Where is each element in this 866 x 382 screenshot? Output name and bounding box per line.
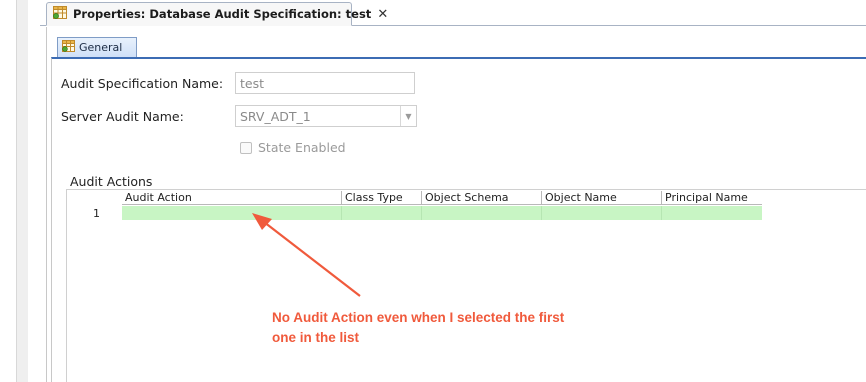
state-enabled-label: State Enabled [258,140,346,155]
tab-title: Properties: Database Audit Specification… [73,7,372,21]
audit-spec-name-field[interactable]: test [235,72,415,94]
column-header-audit-action[interactable]: Audit Action [122,191,342,205]
table-icon [53,6,67,22]
row-number: 1 [93,207,100,220]
audit-spec-name-label: Audit Specification Name: [61,76,224,91]
annotation-line-1: No Audit Action even when I selected the… [272,310,565,325]
tab-strip: Properties: Database Audit Specification… [40,0,866,26]
audit-spec-name-value: test [240,76,265,91]
server-audit-name-label: Server Audit Name: [61,109,184,124]
server-audit-name-select[interactable]: SRV_ADT_1 ▼ [235,105,417,127]
state-enabled-checkbox[interactable] [240,141,252,154]
chevron-down-icon[interactable]: ▼ [400,106,416,126]
state-enabled-checkbox-row[interactable]: State Enabled [240,140,346,155]
close-icon[interactable]: ✕ [377,7,388,22]
audit-actions-grid: Audit Action Class Type Object Schema Ob… [72,191,762,223]
audit-actions-label: Audit Actions [70,174,153,189]
column-header-class-type[interactable]: Class Type [342,191,422,205]
server-audit-name-value: SRV_ADT_1 [240,109,311,124]
column-header-object-schema[interactable]: Object Schema [422,191,542,205]
tab-general[interactable]: General [57,37,137,57]
table-cell-audit-action[interactable] [122,206,342,220]
table-cell-class-type[interactable] [342,206,422,220]
annotation-text: No Audit Action even when I selected the… [272,308,602,348]
column-header-object-name[interactable]: Object Name [542,191,662,205]
left-panel [0,0,28,382]
table-cell-object-name[interactable] [542,206,662,220]
table-icon [62,40,75,55]
table-cell-principal-name[interactable] [662,206,762,220]
splitter[interactable] [28,0,40,382]
tab-general-label: General [79,41,123,54]
left-panel-scrollbar[interactable] [16,0,28,382]
table-cell-object-schema[interactable] [422,206,542,220]
tab-properties[interactable]: Properties: Database Audit Specification… [46,2,388,26]
column-header-principal-name[interactable]: Principal Name [662,191,762,205]
annotation-line-2: one in the list [272,330,360,345]
